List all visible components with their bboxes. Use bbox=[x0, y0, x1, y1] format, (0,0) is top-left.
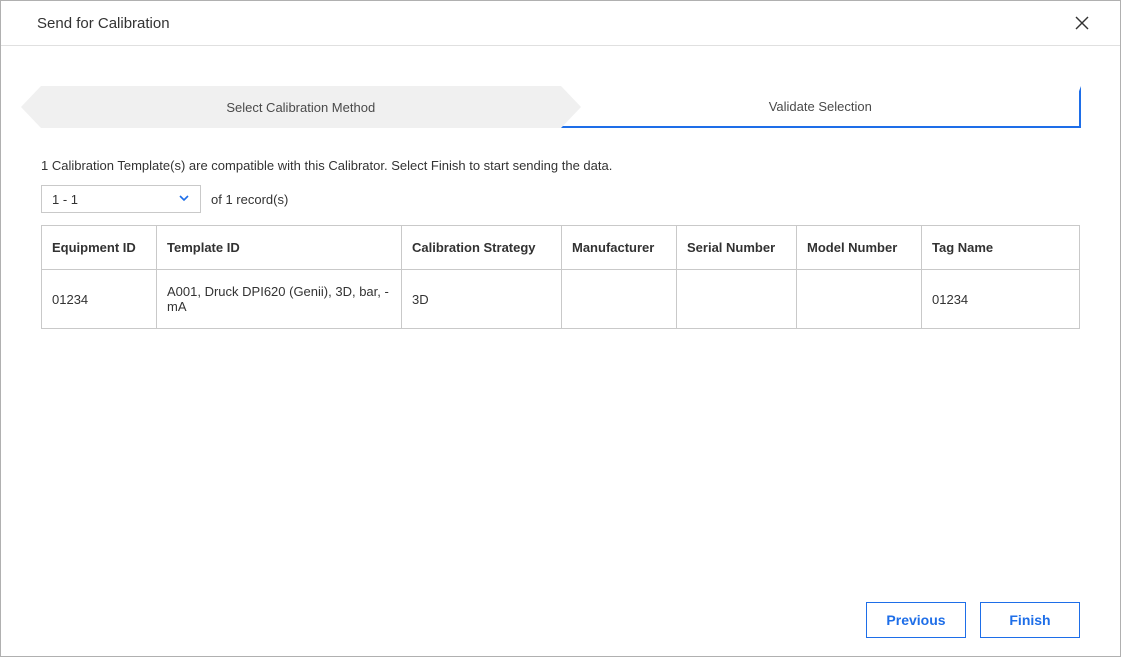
table-header-row: Equipment ID Template ID Calibration Str… bbox=[42, 226, 1080, 270]
wizard-step-select-method[interactable]: Select Calibration Method bbox=[41, 86, 561, 128]
modal-footer: Previous Finish bbox=[866, 602, 1080, 638]
button-label: Finish bbox=[1009, 612, 1050, 628]
modal-header: Send for Calibration bbox=[1, 1, 1120, 46]
modal-content: Select Calibration Method Validate Selec… bbox=[1, 46, 1120, 656]
col-tag-name[interactable]: Tag Name bbox=[922, 226, 1080, 270]
col-manufacturer[interactable]: Manufacturer bbox=[562, 226, 677, 270]
page-range-value: 1 - 1 bbox=[52, 192, 78, 207]
cell-model-number bbox=[797, 270, 922, 329]
pager-row: 1 - 1 of 1 record(s) bbox=[41, 185, 1080, 213]
cell-calibration-strategy: 3D bbox=[402, 270, 562, 329]
chevron-down-icon bbox=[178, 192, 190, 207]
records-count-text: of 1 record(s) bbox=[211, 192, 288, 207]
button-label: Previous bbox=[886, 612, 945, 628]
cell-tag-name: 01234 bbox=[922, 270, 1080, 329]
cell-equipment-id: 01234 bbox=[42, 270, 157, 329]
wizard-steps: Select Calibration Method Validate Selec… bbox=[41, 86, 1080, 128]
table-row[interactable]: 01234 A001, Druck DPI620 (Genii), 3D, ba… bbox=[42, 270, 1080, 329]
modal-title: Send for Calibration bbox=[37, 15, 170, 32]
close-button[interactable] bbox=[1072, 13, 1092, 33]
col-calibration-strategy[interactable]: Calibration Strategy bbox=[402, 226, 562, 270]
col-equipment-id[interactable]: Equipment ID bbox=[42, 226, 157, 270]
cell-manufacturer bbox=[562, 270, 677, 329]
col-serial-number[interactable]: Serial Number bbox=[677, 226, 797, 270]
wizard-step-validate-selection[interactable]: Validate Selection bbox=[561, 86, 1081, 128]
send-for-calibration-modal: Send for Calibration Select Calibration … bbox=[0, 0, 1121, 657]
page-range-select[interactable]: 1 - 1 bbox=[41, 185, 201, 213]
close-icon bbox=[1074, 15, 1090, 31]
wizard-step-label: Validate Selection bbox=[769, 99, 872, 114]
finish-button[interactable]: Finish bbox=[980, 602, 1080, 638]
cell-serial-number bbox=[677, 270, 797, 329]
previous-button[interactable]: Previous bbox=[866, 602, 966, 638]
col-template-id[interactable]: Template ID bbox=[157, 226, 402, 270]
wizard-step-label: Select Calibration Method bbox=[226, 100, 375, 115]
col-model-number[interactable]: Model Number bbox=[797, 226, 922, 270]
instruction-text: 1 Calibration Template(s) are compatible… bbox=[41, 158, 1080, 173]
calibration-table: Equipment ID Template ID Calibration Str… bbox=[41, 225, 1080, 329]
cell-template-id: A001, Druck DPI620 (Genii), 3D, bar, - m… bbox=[157, 270, 402, 329]
